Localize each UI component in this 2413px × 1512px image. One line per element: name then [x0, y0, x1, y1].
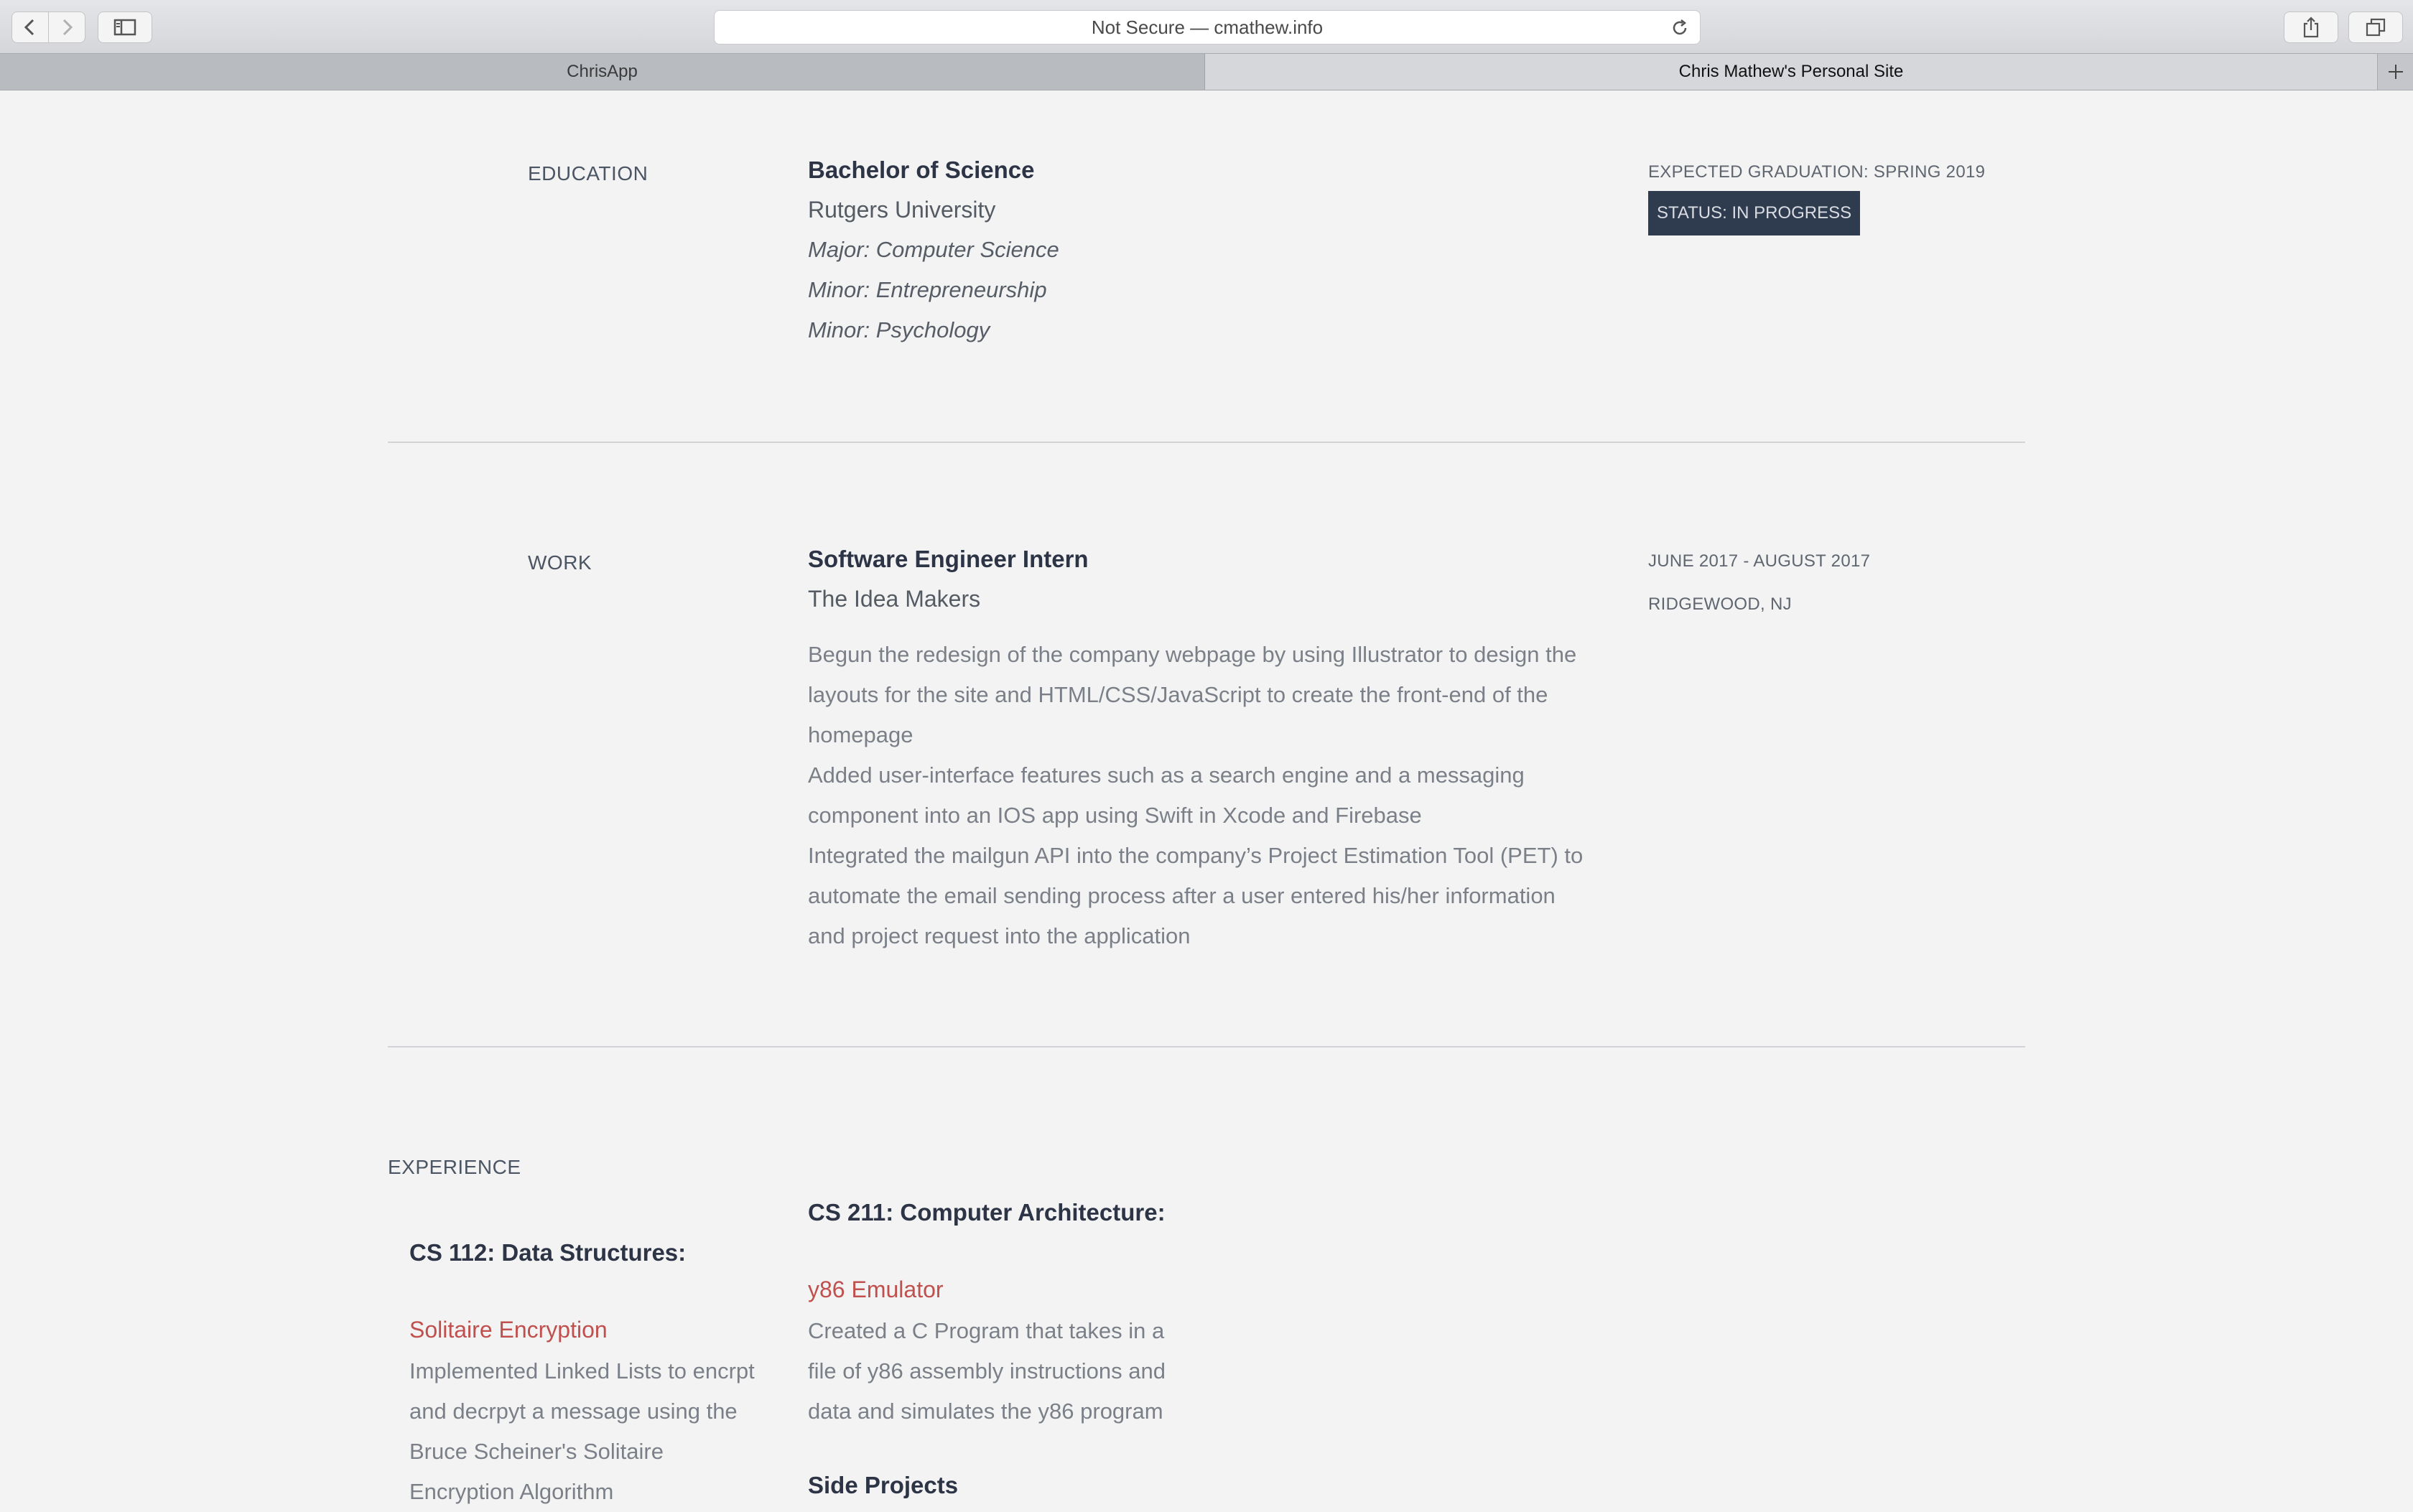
chevron-right-icon: [62, 19, 73, 36]
work-location: RIDGEWOOD, NJ: [1648, 594, 1792, 614]
company-name: The Idea Makers: [808, 586, 981, 612]
work-dates: JUNE 2017 - AUGUST 2017: [1648, 551, 1871, 571]
job-title: Software Engineer Intern: [808, 546, 1089, 572]
tab-bar: ChrisApp Chris Mathew's Personal Site: [0, 53, 2413, 90]
tab-personal-site[interactable]: Chris Mathew's Personal Site: [1205, 54, 2377, 90]
experience-label: EXPERIENCE: [388, 1156, 521, 1178]
forward-button[interactable]: [48, 11, 85, 43]
sidebar-icon: [113, 19, 136, 36]
sidebar-toggle-button[interactable]: [98, 11, 152, 43]
project-description: Created a C Program that takes in a file…: [808, 1318, 1166, 1424]
work-bullet: Added user-interface features such as a …: [808, 762, 1525, 828]
tab-label: Chris Mathew's Personal Site: [1678, 62, 1904, 81]
minor-text: Minor: Entrepreneurship: [808, 277, 1047, 302]
share-icon: [2303, 17, 2319, 38]
school-name: Rutgers University: [808, 197, 996, 223]
major-text: Major: Computer Science: [808, 237, 1059, 262]
course-heading: CS 211: Computer Architecture:: [808, 1199, 1166, 1226]
section-divider: [388, 1046, 2025, 1047]
share-button[interactable]: [2284, 11, 2338, 43]
course-heading: CS 112: Data Structures:: [409, 1239, 687, 1266]
work-description: Begun the redesign of the company webpag…: [808, 635, 1598, 956]
tabs-icon: [2366, 18, 2386, 37]
address-text: Not Secure — cmathew.info: [1091, 16, 1324, 38]
education-label: EDUCATION: [528, 162, 648, 185]
chevron-left-icon: [24, 19, 34, 36]
page-content: EDUCATION Bachelor of Science Rutgers Un…: [0, 90, 2413, 1508]
tab-label: ChrisApp: [567, 62, 638, 81]
show-tabs-button[interactable]: [2348, 11, 2403, 43]
side-projects-heading: Side Projects: [808, 1472, 959, 1498]
status-badge: STATUS: IN PROGRESS: [1648, 191, 1861, 235]
tab-chrisapp[interactable]: ChrisApp: [0, 54, 1205, 90]
reload-icon[interactable]: [1670, 18, 1690, 38]
degree-title: Bachelor of Science: [808, 157, 1035, 183]
project-description: Implemented Linked Lists to encrpt and d…: [409, 1358, 755, 1504]
work-bullet: Begun the redesign of the company webpag…: [808, 642, 1577, 747]
section-divider: [388, 442, 2025, 443]
work-bullet: Integrated the mailgun API into the comp…: [808, 843, 1584, 948]
minor-text: Minor: Psychology: [808, 317, 990, 342]
graduation-text: EXPECTED GRADUATION: SPRING 2019: [1648, 162, 1986, 182]
back-button[interactable]: [11, 11, 49, 43]
work-label: WORK: [528, 551, 592, 574]
address-bar[interactable]: Not Secure — cmathew.info: [714, 10, 1701, 45]
new-tab-button[interactable]: [2377, 54, 2413, 90]
project-link-y86[interactable]: y86 Emulator: [808, 1277, 944, 1303]
browser-toolbar: Not Secure — cmathew.info: [0, 0, 2413, 53]
project-link-solitaire[interactable]: Solitaire Encryption: [409, 1317, 608, 1343]
plus-icon: [2388, 65, 2403, 79]
